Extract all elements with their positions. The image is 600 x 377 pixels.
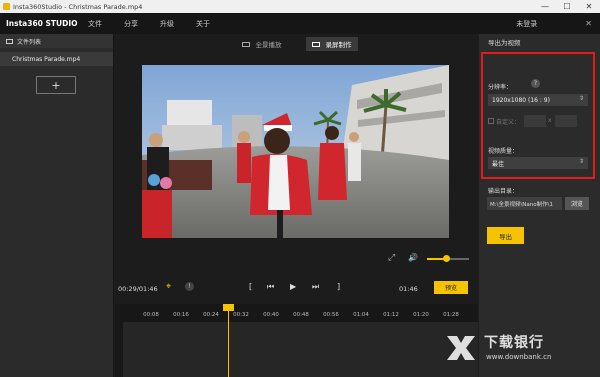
next-frame-button[interactable]: ⏭ [312,282,319,292]
timeline-tick: 01:04 [353,312,369,318]
timeline-ruler: 00:08 00:16 00:24 00:32 00:40 00:48 00:56 01:04… [115,308,478,322]
browse-button[interactable]: 浏览 [565,197,589,210]
add-file-button[interactable]: + [36,76,76,94]
info-icon[interactable]: ! [185,282,194,291]
tab-label: 全景播放 [255,41,282,49]
resolution-label: 分辨率： [488,84,513,91]
custom-width-input[interactable] [524,115,546,127]
custom-label: 自定义： [496,119,521,126]
file-list-header: 文件列表 [0,34,113,48]
menu-file[interactable]: 文件 [88,19,102,29]
mark-in-button[interactable]: [ [249,282,252,291]
timeline-tick: 00:40 [263,312,279,318]
volume-icon[interactable]: 🔊 [408,253,418,262]
video-preview[interactable] [142,65,449,238]
timeline-track[interactable] [123,322,478,377]
resolution-value: 1920x1080 (16 : 9) [492,96,550,104]
watermark-logo-icon [447,336,475,360]
current-time: 00:29/01:46 [118,285,158,293]
watermark: 下载银行 www.downbank.cn [443,330,600,377]
export-button[interactable]: 导出 [487,227,524,244]
view-tabs: 全景播放 录屏制作 [115,34,478,54]
folder-icon [6,38,13,44]
custom-checkbox[interactable] [488,118,494,124]
volume-knob[interactable] [442,255,450,262]
maximize-button[interactable]: ☐ [556,0,578,13]
tab-screen-record[interactable]: 录屏制作 [305,37,358,51]
export-panel-title: 导出为视频 [488,39,521,47]
timeline-tick: 00:24 [203,312,219,318]
dropdown-arrow-icon: ⇕ [578,95,584,102]
output-label: 输出目录： [488,188,519,195]
login-status[interactable]: 未登录 [516,19,537,29]
menubar: Insta360 STUDIO 文件 分享 升级 关于 未登录 ✕ [0,13,600,34]
timeline-tick: 00:32 [233,312,249,318]
tab-panorama-play[interactable]: 全景播放 [236,37,288,51]
preview-button[interactable]: 预览 [434,281,468,294]
playback-bar: 00:29/01:46 ⌖ ! [ ⏮ ▶ ⏭ ] 01:46 预览 [115,278,478,298]
menu-upgrade[interactable]: 升级 [160,19,174,29]
target-icon[interactable]: ⌖ [166,282,171,292]
file-list-sidebar: 文件列表 Christmas Parade.mp4 + [0,34,114,377]
video-controls: ⤢ 🔊 [115,248,478,268]
mark-out-button[interactable]: ] [337,282,340,291]
custom-height-input[interactable] [555,115,577,127]
window-titlebar: Insta360Studio - Christmas Parade.mp4 — … [0,0,600,13]
quality-value: 最佳 [492,160,505,168]
record-icon [311,41,320,47]
close-app-button[interactable]: ✕ [585,19,592,28]
timeline-tick: 00:48 [293,312,309,318]
prev-frame-button[interactable]: ⏮ [267,282,274,292]
timeline-tick: 00:08 [143,312,159,318]
volume-slider[interactable] [427,255,469,262]
quality-select[interactable]: 最佳 ⇕ [488,157,588,169]
window-title: Insta360Studio - Christmas Parade.mp4 [13,2,143,11]
timeline-tick: 01:28 [443,312,459,318]
minimize-button[interactable]: — [534,0,556,13]
tab-label: 录屏制作 [325,41,352,49]
timeline[interactable]: 00:08 00:16 00:24 00:32 00:40 00:48 00:56 01:04… [115,304,478,377]
app-brand: Insta360 STUDIO [6,19,78,28]
dropdown-arrow-icon: ⇕ [578,158,584,165]
main-area: 全景播放 录屏制作 ⤢ 🔊 00:29/01:46 ⌖ ! [⏮ ▶ ⏭] … [115,34,478,377]
video-frame-image [142,65,449,238]
file-item[interactable]: Christmas Parade.mp4 [0,52,113,66]
timeline-tick: 00:56 [323,312,339,318]
watermark-url: www.downbank.cn [486,353,552,361]
app-window: Insta360Studio - Christmas Parade.mp4 — … [0,0,600,377]
dimension-separator: x [548,117,552,124]
panorama-icon [241,41,250,47]
timeline-playhead[interactable] [223,304,234,377]
timeline-tick: 01:12 [383,312,399,318]
resolution-select[interactable]: 1920x1080 (16 : 9) ⇕ [488,94,588,106]
app-icon [3,3,10,10]
close-window-button[interactable]: ✕ [578,0,600,13]
file-list-title: 文件列表 [17,38,42,46]
help-icon[interactable]: ? [531,79,540,88]
watermark-text: 下载银行 [484,335,544,351]
timeline-tick: 01:20 [413,312,429,318]
menu-share[interactable]: 分享 [124,19,138,29]
expand-icon[interactable]: ⤢ [388,253,395,263]
menu-about[interactable]: 关于 [196,19,210,29]
quality-label: 视频质量： [488,148,519,155]
output-path-field[interactable]: M:\全景视频\Nano制作\1 [487,197,562,210]
export-panel: 导出为视频 分辨率： ? 1920x1080 (16 : 9) ⇕ 自定义： x… [479,34,600,377]
play-button[interactable]: ▶ [290,282,296,291]
timeline-tick: 00:16 [173,312,189,318]
playhead-handle[interactable] [223,304,234,311]
end-time: 01:46 [399,285,418,293]
